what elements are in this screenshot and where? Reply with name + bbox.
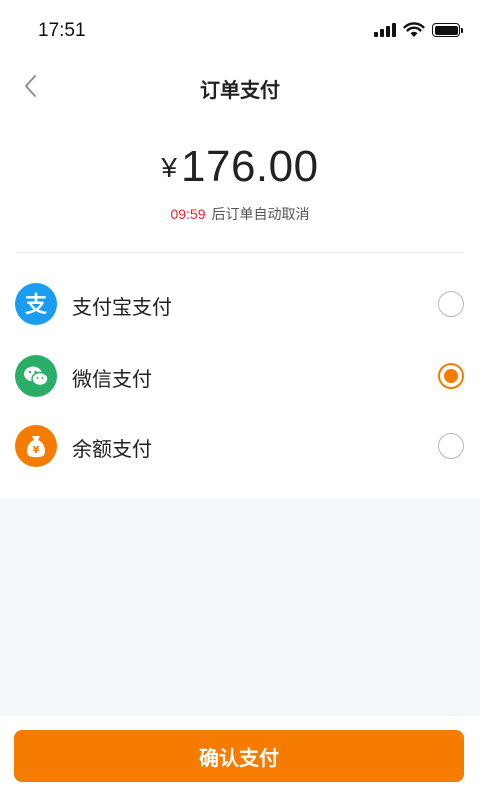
amount-section: ¥176.00 09:59 后订单自动取消 [0,112,480,252]
payment-option-label: 支付宝支付 [72,295,172,319]
amount-value: 176.00 [181,142,319,191]
divider [16,252,464,253]
payment-option-wechat[interactable]: 微信支付 [0,340,480,410]
empty-content-area [0,498,480,716]
amount-display: ¥176.00 [0,142,480,192]
countdown-notice: 09:59 后订单自动取消 [0,204,480,224]
signal-icon [374,23,396,37]
money-bag-icon: ¥ [15,425,57,467]
alipay-icon: 支 [15,283,57,325]
countdown-timer: 09:59 [170,206,206,222]
radio-button-selected[interactable] [438,363,464,389]
status-time: 17:51 [38,20,86,41]
confirm-payment-button[interactable]: 确认支付 [14,730,464,782]
svg-text:¥: ¥ [33,445,40,456]
wechat-icon [15,355,57,397]
radio-button[interactable] [438,291,464,317]
payment-option-label: 微信支付 [72,367,152,391]
svg-text:支: 支 [25,293,48,318]
payment-methods-list: 支 支付宝支付 微信支付 ¥ 余额支付 [0,268,480,498]
status-icons [374,22,463,38]
payment-option-balance[interactable]: ¥ 余额支付 [0,410,480,480]
page-title: 订单支付 [200,78,280,102]
battery-icon [432,23,463,37]
status-bar: 17:51 [0,0,480,60]
payment-option-alipay[interactable]: 支 支付宝支付 [0,268,480,338]
nav-bar: 订单支付 [0,60,480,112]
wifi-icon [403,22,425,37]
payment-option-label: 余额支付 [72,437,152,461]
countdown-suffix: 后订单自动取消 [211,207,310,223]
currency-symbol: ¥ [161,152,177,183]
footer: 确认支付 [0,716,480,800]
radio-button[interactable] [438,433,464,459]
